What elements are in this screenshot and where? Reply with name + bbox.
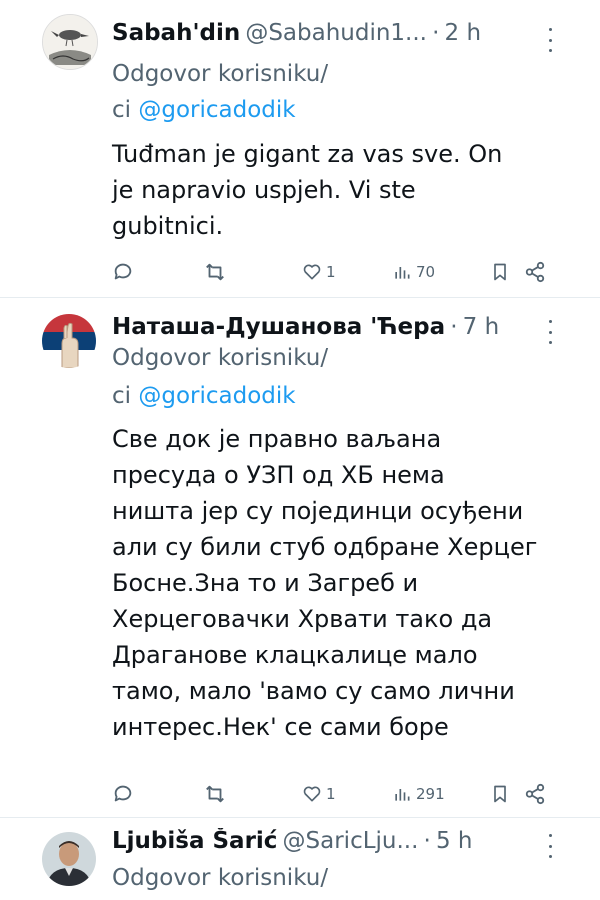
views-chart-icon [395,789,410,801]
tweet-1[interactable]: Sabah'din @Sabahudin1... · 2 h Odgovor k… [0,0,600,296]
timestamp[interactable]: 2 h [445,20,482,46]
avatar[interactable] [42,314,96,368]
share-button[interactable] [524,781,546,807]
timestamp[interactable]: 7 h [463,314,500,340]
separator-dot: · [423,828,431,854]
repost-button[interactable] [204,259,230,285]
reply-icon [114,785,132,802]
man-photo-icon [42,832,96,886]
bookmark-icon [494,263,506,281]
more-options-icon[interactable] [546,28,554,52]
reply-context: Odgovor korisniku/ [112,61,329,87]
display-name[interactable]: Sabah'din [112,20,240,46]
tweet-2[interactable]: Наташа-Душанова 'Ћера · 7 h Odgovor kori… [0,298,600,816]
avatar[interactable] [42,832,96,886]
views-button[interactable]: 291 [392,781,445,807]
tweet-header: Sabah'din @Sabahudin1... · 2 h [112,20,580,54]
repost-icon [206,785,224,803]
tweet-text: Tuđman je gigant za vas sve. On je napra… [112,140,503,240]
reply-context-mention-line: ci @goricadodik [112,379,296,413]
heart-icon [303,786,321,802]
bookmark-button[interactable] [490,259,510,285]
views-button[interactable]: 70 [392,259,435,285]
bookmark-button[interactable] [490,781,510,807]
views-count: 70 [416,263,436,281]
mention-link[interactable]: @goricadodik [138,383,295,409]
share-icon [525,261,545,283]
share-button[interactable] [524,259,546,285]
reply-icon [114,263,132,280]
mention-link[interactable]: @goricadodik [138,97,295,123]
reply-ci: ci [112,383,139,409]
like-count: 1 [326,785,336,803]
reply-button[interactable] [112,259,138,285]
heart-icon [303,264,321,280]
bird-sketch-icon [43,15,97,69]
tweet-actions: 1 70 [112,259,552,285]
views-count: 291 [416,785,445,803]
reply-ci: ci [112,97,139,123]
tweet-header: Ljubiša Šarić @SaricLju... · 5 h [112,828,580,862]
separator-dot: · [450,314,458,340]
like-count: 1 [326,263,336,281]
views-chart-icon [395,267,410,279]
serbian-flag-hand-icon [42,314,96,368]
display-name[interactable]: Наташа-Душанова 'Ћера [112,314,445,340]
bookmark-icon [494,785,506,803]
share-icon [525,783,545,805]
repost-icon [206,263,224,281]
tweet-actions: 1 291 [112,781,552,807]
tweet-3[interactable]: Ljubiša Šarić @SaricLju... · 5 h Odgovor… [0,818,600,900]
more-options-icon[interactable] [546,320,554,344]
user-handle[interactable]: @Sabahudin1... [245,20,427,46]
separator-dot: · [432,20,440,46]
timestamp[interactable]: 5 h [436,828,473,854]
more-options-icon[interactable] [546,834,554,858]
reply-context-mention-line: ci @goricadodik [112,93,296,127]
reply-context: Odgovor korisniku/ [112,865,329,891]
repost-button[interactable] [204,781,230,807]
like-button[interactable]: 1 [302,781,336,807]
reply-button[interactable] [112,781,138,807]
reply-context: Odgovor korisniku/ [112,345,329,371]
like-button[interactable]: 1 [302,259,336,285]
display-name[interactable]: Ljubiša Šarić [112,828,277,854]
avatar[interactable] [42,14,98,70]
tweet-text: Све док је правно ваљана пресуда о УЗП о… [112,425,538,741]
user-handle[interactable]: @SaricLju... [283,828,419,854]
